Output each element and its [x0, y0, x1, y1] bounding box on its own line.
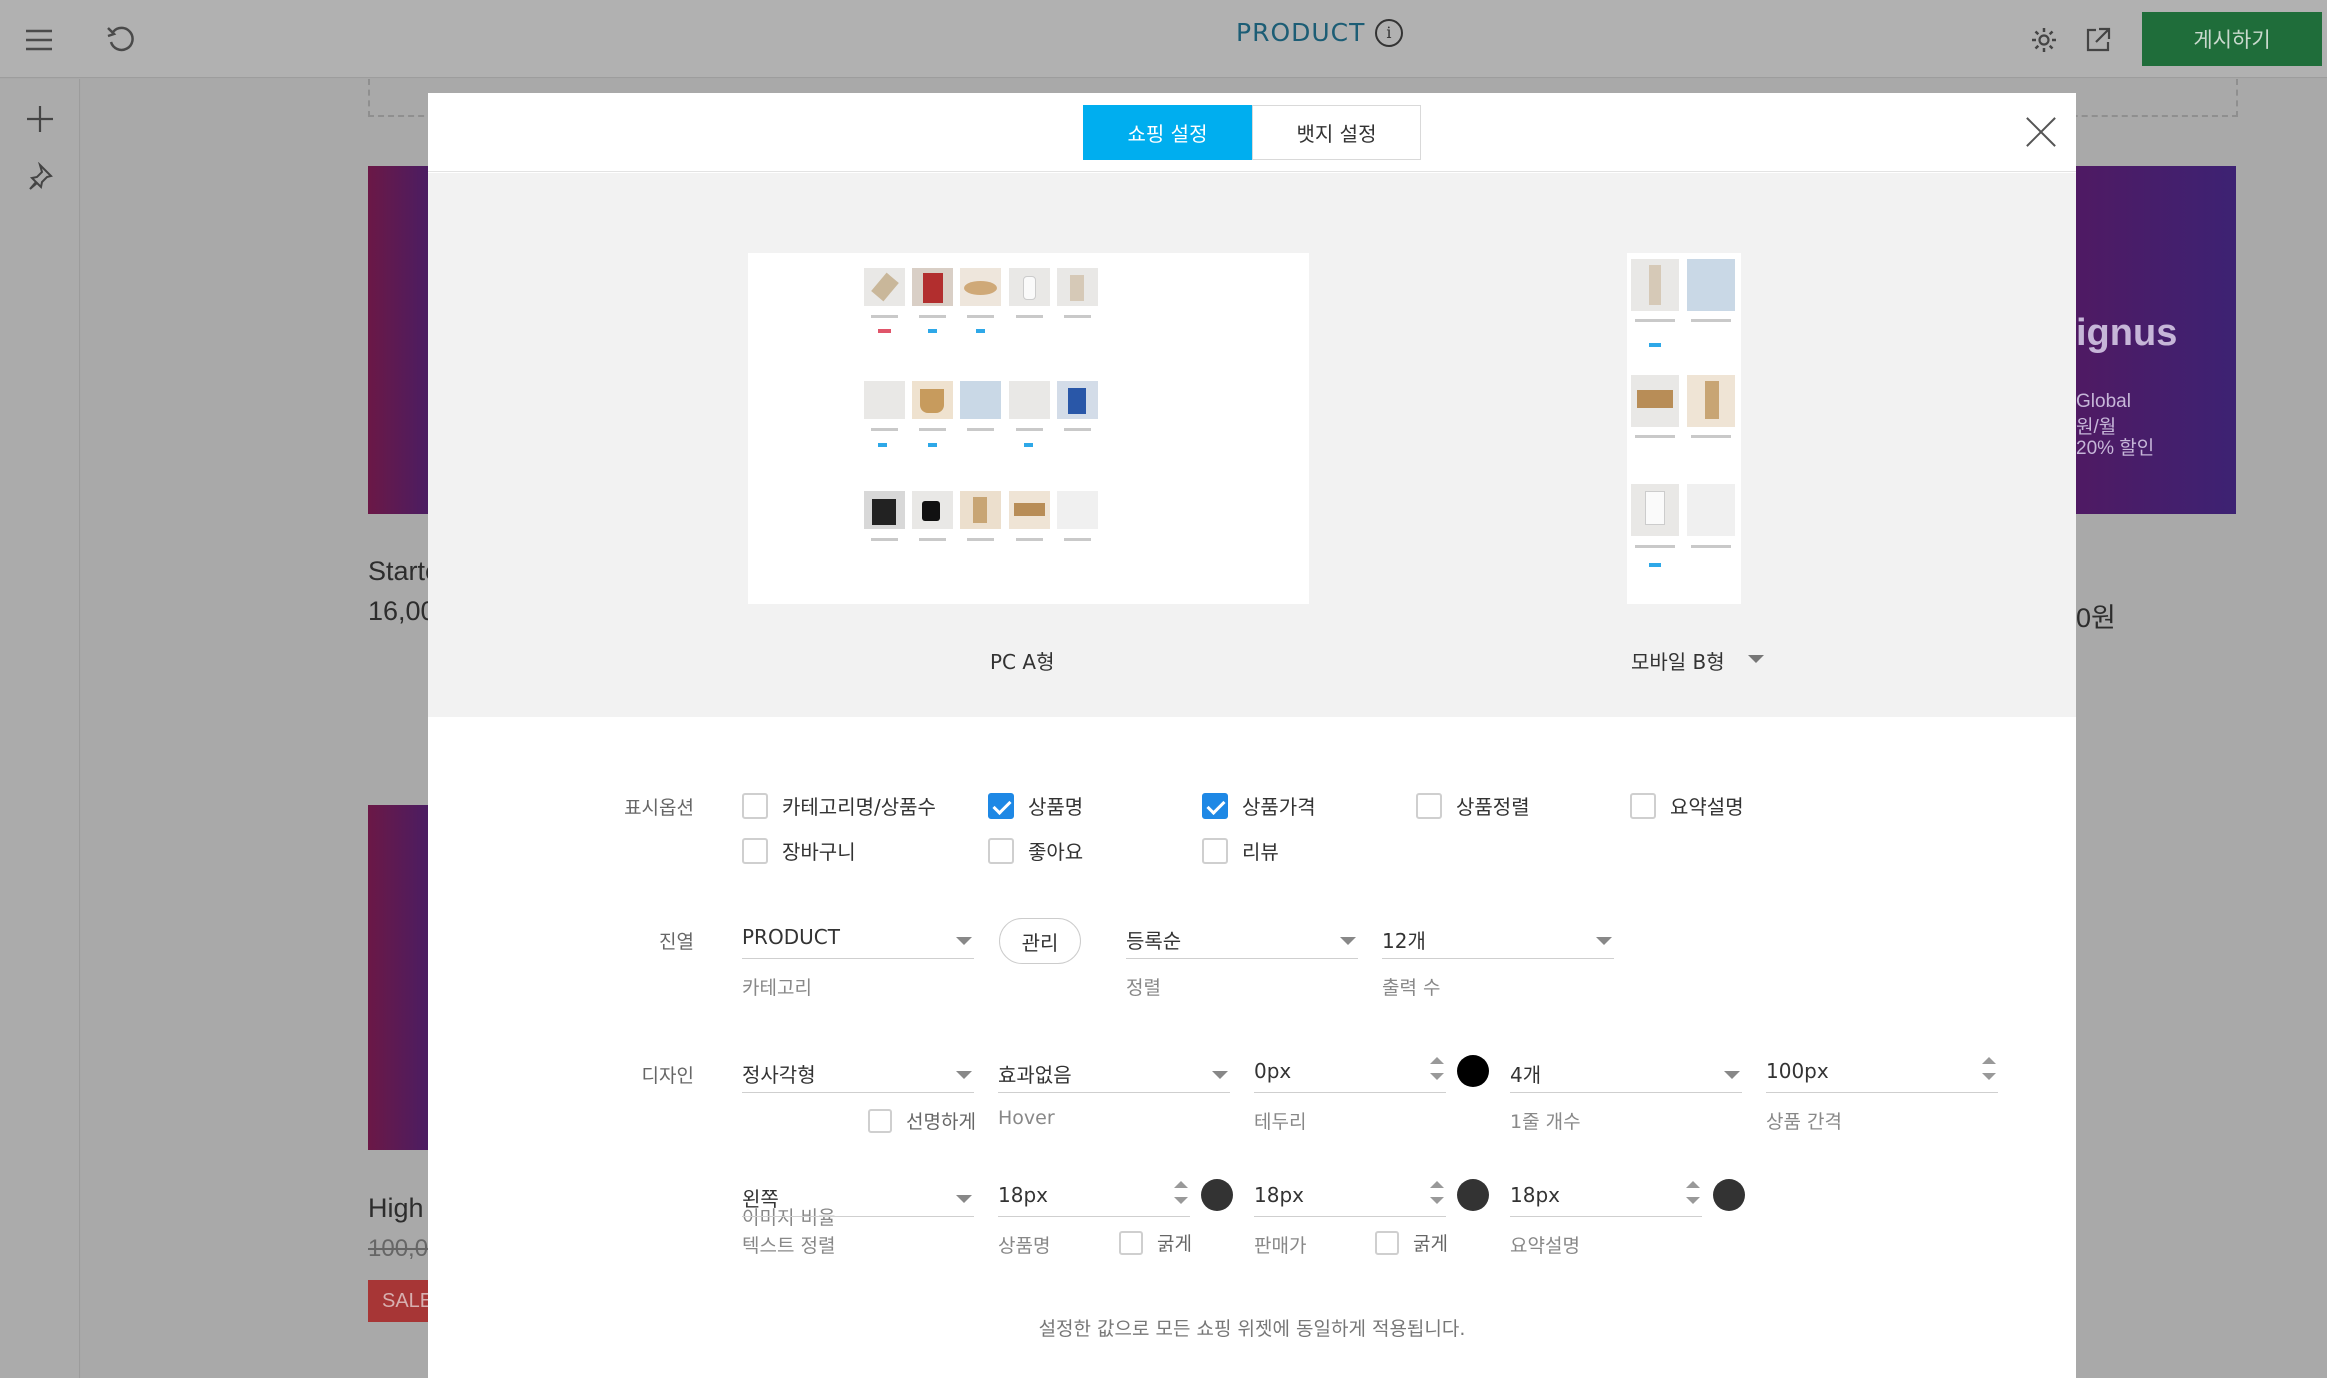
items-per-row-select[interactable]: 4개 — [1510, 1051, 1742, 1093]
name-size-input[interactable]: 18px — [998, 1175, 1190, 1217]
product-banner-left-top — [368, 166, 430, 514]
tab-shopping-settings[interactable]: 쇼핑 설정 — [1083, 105, 1252, 160]
option-product-price[interactable]: 상품가격 — [1202, 791, 1316, 820]
sharpen-option[interactable]: 선명하게 — [868, 1107, 976, 1134]
border-width-input[interactable]: 0px — [1254, 1051, 1446, 1093]
product-banner-left-bottom — [368, 805, 430, 1150]
close-icon[interactable] — [2023, 114, 2059, 150]
arrangement-label: 진열 — [659, 931, 694, 953]
stepper-icon[interactable] — [1430, 1057, 1444, 1083]
checkbox[interactable] — [1416, 792, 1442, 819]
option-product-sort[interactable]: 상품정렬 — [1416, 791, 1530, 820]
stepper-icon[interactable] — [1982, 1057, 1996, 1083]
checkbox[interactable] — [1375, 1230, 1399, 1255]
chevron-down-icon[interactable] — [1748, 655, 1764, 663]
checkbox[interactable] — [1202, 792, 1228, 819]
mobile-layout-thumbnail[interactable] — [1627, 253, 1741, 604]
name-color-swatch[interactable] — [1201, 1179, 1233, 1211]
checkbox[interactable] — [868, 1108, 892, 1133]
sort-sub-label: 정렬 — [1126, 977, 1161, 999]
price-color-swatch[interactable] — [1457, 1179, 1489, 1211]
checkbox[interactable] — [1202, 837, 1228, 864]
summary-size-input[interactable]: 18px — [1510, 1175, 1702, 1217]
items-per-row-sub-label: 1줄 개수 — [1510, 1111, 1581, 1133]
chevron-down-icon — [1212, 1071, 1228, 1079]
sale-badge: SALE — [368, 1280, 433, 1322]
info-icon[interactable]: i — [1375, 18, 1404, 47]
checkbox[interactable] — [988, 792, 1014, 819]
hover-select[interactable]: 효과없음 — [998, 1051, 1230, 1093]
banner-brand-text: ignus — [2076, 312, 2178, 354]
checkbox[interactable] — [988, 837, 1014, 864]
summary-sub-label: 요약설명 — [1510, 1235, 1580, 1257]
card2-price: 100,0 — [368, 1235, 429, 1262]
chevron-down-icon — [956, 1071, 972, 1079]
hamburger-menu-icon[interactable] — [19, 20, 59, 60]
sort-select[interactable]: 등록순 — [1126, 917, 1358, 959]
page-title: PRODUCT i — [1236, 18, 1404, 47]
modal-header: 쇼핑 설정 뱃지 설정 — [428, 93, 2076, 172]
checkbox[interactable] — [1119, 1230, 1143, 1255]
option-product-name[interactable]: 상품명 — [988, 791, 1083, 820]
item-gap-sub-label: 상품 간격 — [1766, 1111, 1842, 1133]
checkbox[interactable] — [742, 792, 768, 819]
design-label: 디자인 — [641, 1065, 694, 1087]
stepper-icon[interactable] — [1686, 1181, 1700, 1207]
publish-button[interactable]: 게시하기 — [2142, 12, 2322, 66]
chevron-down-icon — [1340, 937, 1356, 945]
checkbox[interactable] — [742, 837, 768, 864]
image-ratio-select[interactable]: 정사각형 — [742, 1051, 974, 1093]
chevron-down-icon — [1724, 1071, 1740, 1079]
checkbox[interactable] — [1630, 792, 1656, 819]
mobile-layout-label[interactable]: 모바일 B형 — [1631, 646, 1725, 675]
layout-preview: PC A형 모바일 B형 — [428, 173, 2076, 717]
option-category-count[interactable]: 카테고리명/상품수 — [742, 791, 936, 820]
banner-line1: Global — [2076, 391, 2131, 412]
shopping-settings-modal: 쇼핑 설정 뱃지 설정 PC A형 모바일 B형 표시옵션 카테고리명/상품수 … — [428, 93, 2076, 1378]
pin-icon[interactable] — [20, 156, 60, 196]
chevron-down-icon — [1596, 937, 1612, 945]
stepper-icon[interactable] — [1430, 1181, 1444, 1207]
tab-badge-settings[interactable]: 뱃지 설정 — [1252, 105, 1421, 160]
pc-layout-thumbnail[interactable] — [748, 253, 1309, 604]
right-price: 0원 — [2076, 603, 2116, 633]
external-link-icon[interactable] — [2078, 20, 2118, 60]
apply-note: 설정한 값으로 모든 쇼핑 위젯에 동일하게 적용됩니다. — [1038, 1318, 1466, 1340]
chevron-down-icon — [956, 1195, 972, 1203]
option-summary[interactable]: 요약설명 — [1630, 791, 1744, 820]
plus-icon[interactable] — [20, 99, 60, 139]
stepper-icon[interactable] — [1174, 1181, 1188, 1207]
summary-color-swatch[interactable] — [1713, 1179, 1745, 1211]
pc-layout-label: PC A형 — [990, 650, 1055, 674]
border-sub-label: 테두리 — [1254, 1111, 1307, 1133]
item-gap-input[interactable]: 100px — [1766, 1051, 1998, 1093]
settings-tabs: 쇼핑 설정 뱃지 설정 — [1083, 105, 1421, 160]
border-color-swatch[interactable] — [1457, 1055, 1489, 1087]
option-like[interactable]: 좋아요 — [988, 836, 1083, 865]
hover-sub-label: Hover — [998, 1107, 1055, 1129]
output-count-select[interactable]: 12개 — [1382, 917, 1614, 959]
left-sidebar — [0, 79, 80, 1378]
option-cart[interactable]: 장바구니 — [742, 836, 856, 865]
undo-icon[interactable] — [101, 20, 141, 60]
display-options-label: 표시옵션 — [624, 797, 694, 819]
text-align-select[interactable]: 왼쪽 — [742, 1175, 974, 1217]
output-count-sub-label: 출력 수 — [1382, 977, 1441, 999]
chevron-down-icon — [956, 937, 972, 945]
card1-price: 16,00 — [368, 596, 436, 626]
price-size-input[interactable]: 18px — [1254, 1175, 1446, 1217]
banner-line3: 20% 할인 — [2076, 438, 2155, 459]
price-sub-label: 판매가 — [1254, 1235, 1307, 1257]
category-sub-label: 카테고리 — [742, 977, 812, 999]
card2-title: High — [368, 1193, 424, 1223]
gear-icon[interactable] — [2024, 20, 2064, 60]
manage-button[interactable]: 관리 — [999, 918, 1081, 964]
name-sub-label: 상품명 — [998, 1235, 1051, 1257]
text-align-sub-label: 텍스트 정렬 — [742, 1235, 836, 1257]
price-bold-option[interactable]: 굵게 — [1375, 1229, 1448, 1256]
category-select[interactable]: PRODUCT — [742, 917, 974, 959]
name-bold-option[interactable]: 굵게 — [1119, 1229, 1192, 1256]
top-toolbar: PRODUCT i 게시하기 — [0, 0, 2327, 78]
option-review[interactable]: 리뷰 — [1202, 836, 1279, 865]
